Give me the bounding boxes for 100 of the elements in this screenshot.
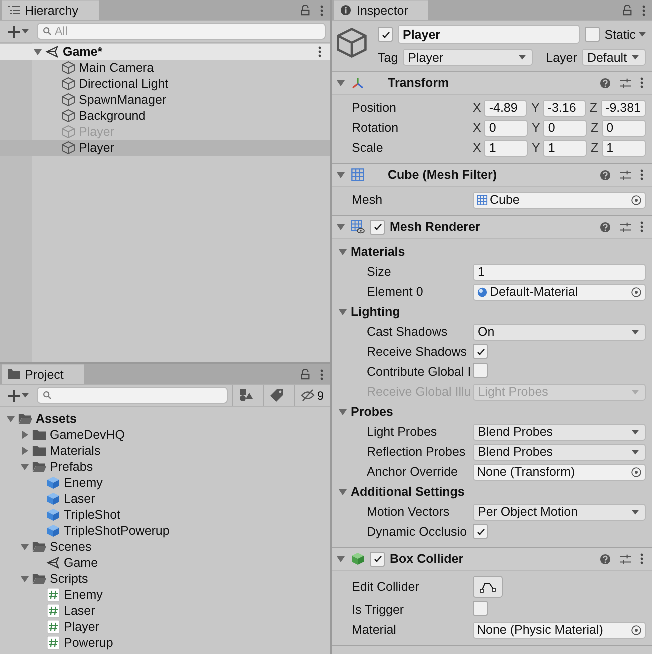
project-item[interactable]: Scenes <box>0 539 330 555</box>
checkbox[interactable] <box>584 27 600 42</box>
help-icon[interactable] <box>600 78 611 88</box>
foldout-triangle-icon[interactable] <box>338 247 348 257</box>
help-icon[interactable] <box>600 170 611 180</box>
foldout-triangle-icon[interactable] <box>20 430 30 440</box>
project-item[interactable]: Powerup <box>0 635 330 651</box>
foldout-triangle-icon[interactable] <box>20 462 30 472</box>
dropdown[interactable]: Blend Probes <box>473 424 646 440</box>
more-options-icon[interactable] <box>320 368 324 380</box>
static-label[interactable]: Static <box>604 28 646 42</box>
hierarchy-item[interactable]: Background <box>0 108 330 124</box>
text-field[interactable]: 1 <box>473 264 646 280</box>
foldout-triangle-icon[interactable] <box>6 414 16 424</box>
hierarchy-item[interactable]: SpawnManager <box>0 92 330 108</box>
dropdown[interactable]: Blend Probes <box>473 444 646 460</box>
number-field[interactable]: -4.89 <box>484 100 528 116</box>
scene-row[interactable]: Game* <box>0 44 330 60</box>
scene-icon <box>45 45 60 59</box>
checkbox[interactable] <box>473 363 488 378</box>
foldout-triangle-icon[interactable] <box>338 487 348 497</box>
checkbox[interactable] <box>370 552 385 566</box>
presets-icon[interactable] <box>620 170 631 180</box>
checkbox[interactable] <box>378 27 393 42</box>
number-field[interactable]: 0 <box>602 120 646 136</box>
foldout-triangle-icon[interactable] <box>336 554 346 564</box>
foldout-triangle-icon[interactable] <box>33 47 43 57</box>
number-field[interactable]: -3.16 <box>542 100 586 116</box>
checkbox[interactable] <box>473 344 488 360</box>
project-item[interactable]: Laser <box>0 603 330 619</box>
dropdown[interactable]: On <box>473 324 646 340</box>
foldout-triangle-icon[interactable] <box>20 446 30 456</box>
help-icon[interactable] <box>600 554 611 564</box>
name-field[interactable]: Player <box>398 25 580 44</box>
number-field[interactable]: 0 <box>543 120 587 136</box>
more-options-icon[interactable] <box>320 4 324 16</box>
object-picker-icon[interactable] <box>631 624 642 636</box>
number-field[interactable]: 0 <box>484 120 528 136</box>
property-label: Reflection Probes <box>366 445 467 459</box>
project-item[interactable]: Game <box>0 555 330 571</box>
more-options-icon[interactable] <box>640 221 644 233</box>
search-field[interactable] <box>37 387 228 404</box>
project-item[interactable]: Assets <box>0 411 330 427</box>
project-item[interactable]: Enemy <box>0 475 330 491</box>
number-field[interactable]: 1 <box>484 140 528 156</box>
lock-icon[interactable] <box>622 5 633 16</box>
object-field[interactable]: None (Physic Material) <box>473 622 646 638</box>
more-options-icon[interactable] <box>640 553 644 565</box>
project-item[interactable]: GameDevHQ <box>0 427 330 443</box>
number-field[interactable]: 1 <box>543 140 587 156</box>
checkbox[interactable] <box>473 601 488 616</box>
project-item[interactable]: TripleShotPowerup <box>0 523 330 539</box>
project-item[interactable]: Materials <box>0 443 330 459</box>
object-picker-icon[interactable] <box>631 286 642 298</box>
hidden-packages-button[interactable]: 9 <box>294 385 330 406</box>
number-field[interactable]: 1 <box>602 140 646 156</box>
tag-dropdown[interactable]: Player <box>403 49 534 66</box>
object-field[interactable]: None (Transform) <box>473 464 646 480</box>
help-icon[interactable] <box>600 222 611 232</box>
object-field[interactable]: Default-Material <box>473 284 646 300</box>
more-options-icon[interactable] <box>640 77 644 89</box>
object-picker-icon[interactable] <box>631 194 642 206</box>
layer-dropdown[interactable]: Default <box>582 49 646 66</box>
more-options-icon[interactable] <box>640 169 644 181</box>
object-picker-icon[interactable] <box>631 466 642 478</box>
more-options-icon[interactable] <box>318 46 322 58</box>
inspector-tab[interactable]: Inspector <box>334 0 428 20</box>
project-item[interactable]: Enemy <box>0 587 330 603</box>
lock-icon[interactable] <box>300 5 311 16</box>
caret-icon <box>22 393 29 398</box>
project-item[interactable]: Prefabs <box>0 459 330 475</box>
lock-icon[interactable] <box>300 369 311 380</box>
number-field[interactable]: -9.381 <box>600 100 646 116</box>
project-tab[interactable]: Project <box>2 364 84 384</box>
project-item[interactable]: Laser <box>0 491 330 507</box>
foldout-triangle-icon[interactable] <box>336 222 346 232</box>
checkbox[interactable] <box>370 220 385 234</box>
presets-icon[interactable] <box>620 78 631 88</box>
presets-icon[interactable] <box>620 222 631 232</box>
foldout-triangle-icon[interactable] <box>336 78 346 88</box>
foldout-triangle-icon[interactable] <box>20 574 30 584</box>
object-field[interactable]: Cube <box>473 192 646 208</box>
hierarchy-tab[interactable]: Hierarchy <box>2 0 98 20</box>
foldout-triangle-icon[interactable] <box>338 407 348 417</box>
foldout-triangle-icon[interactable] <box>336 170 346 180</box>
more-options-icon[interactable] <box>642 4 646 16</box>
project-item[interactable]: Scripts <box>0 571 330 587</box>
plus-icon <box>8 390 20 402</box>
hierarchy-item[interactable]: Main Camera <box>0 60 330 76</box>
axis-label: X <box>473 101 482 115</box>
project-item[interactable]: TripleShot <box>0 507 330 523</box>
foldout-triangle-icon[interactable] <box>20 542 30 552</box>
hierarchy-item[interactable]: Directional Light <box>0 76 330 92</box>
project-item[interactable]: Player <box>0 619 330 635</box>
checkbox[interactable] <box>473 524 488 540</box>
edit-collider-button[interactable] <box>473 576 503 598</box>
dropdown[interactable]: Per Object Motion <box>473 504 646 520</box>
foldout-triangle-icon[interactable] <box>338 307 348 317</box>
hierarchy-item[interactable]: Player <box>0 140 330 156</box>
presets-icon[interactable] <box>620 554 631 564</box>
